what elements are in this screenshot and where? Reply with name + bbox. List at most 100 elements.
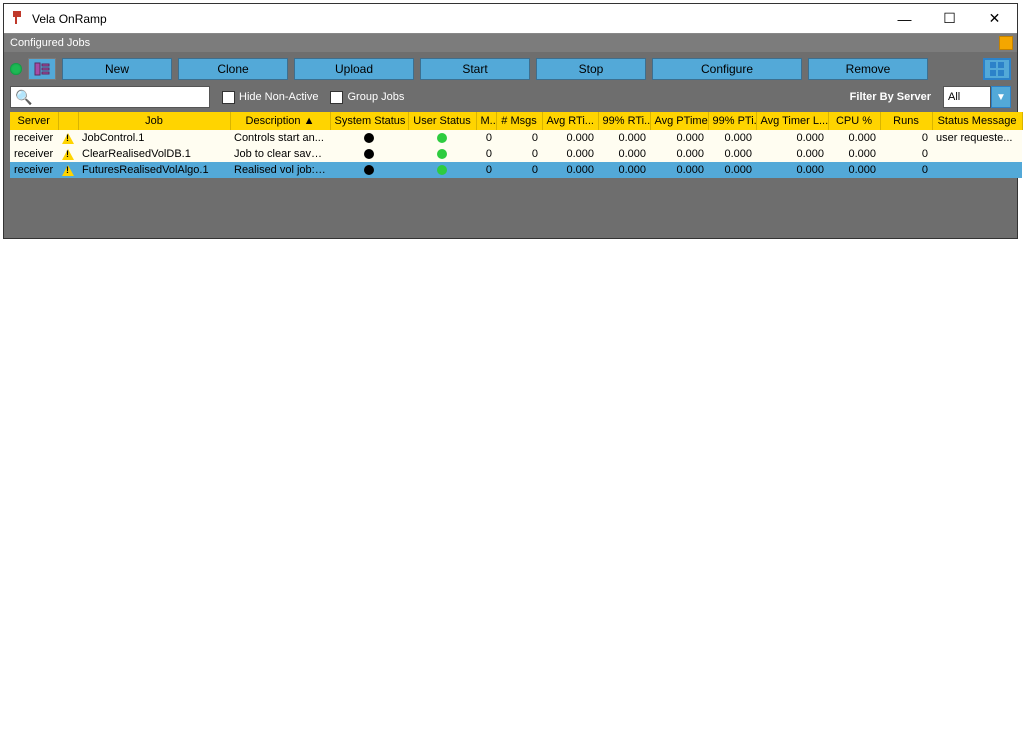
cell-99-pti: 0.000: [708, 162, 756, 178]
clone-button[interactable]: Clone: [178, 58, 288, 80]
col-avg-rti: Avg RTi...: [542, 112, 598, 130]
cell-msgs: 0: [496, 162, 542, 178]
cell-avg-rti: 0.000: [542, 146, 598, 162]
filter-server-dropdown-icon[interactable]: ▼: [991, 86, 1011, 108]
configure-button[interactable]: Configure: [652, 58, 802, 80]
cell-server: receiver: [10, 146, 58, 162]
user-status-icon: [437, 149, 447, 159]
cell-status-msg: user requeste...: [932, 130, 1022, 146]
title-bar[interactable]: Vela OnRamp — ☐ ✕: [4, 4, 1017, 34]
warning-icon: [62, 165, 74, 176]
cell-cpu: 0.000: [828, 162, 880, 178]
panel-title: Configured Jobs: [10, 34, 90, 52]
cell-99-rti: 0.000: [598, 146, 650, 162]
col-job: Job: [78, 112, 230, 130]
cell-status-msg: [932, 162, 1022, 178]
table-header[interactable]: Server Job Description ▲ System Status U…: [10, 112, 1022, 130]
cell-server: receiver: [10, 162, 58, 178]
col-server: Server: [10, 112, 58, 130]
system-status-icon: [364, 165, 374, 175]
checkbox-icon: [330, 91, 343, 104]
col-runs: Runs: [880, 112, 932, 130]
cell-runs: 0: [880, 130, 932, 146]
grid-layout-icon[interactable]: [983, 58, 1011, 80]
user-status-icon: [437, 165, 447, 175]
search-icon: 🔍: [15, 90, 32, 104]
connection-led-icon: [10, 63, 22, 75]
new-button[interactable]: New: [62, 58, 172, 80]
table-row[interactable]: receiver JobControl.1Controls start an...…: [10, 130, 1022, 146]
group-jobs-checkbox[interactable]: Group Jobs: [330, 91, 404, 104]
search-input[interactable]: 🔍: [10, 86, 210, 108]
cell-avg-rti: 0.000: [542, 162, 598, 178]
user-status-icon: [437, 133, 447, 143]
cell-runs: 0: [880, 146, 932, 162]
col-m: M...: [476, 112, 496, 130]
minimize-button[interactable]: —: [882, 4, 927, 34]
list-view-icon[interactable]: [28, 58, 56, 80]
cell-desc: Realised vol job: ...: [230, 162, 330, 178]
col-99-pti: 99% PTi...: [708, 112, 756, 130]
cell-99-pti: 0.000: [708, 130, 756, 146]
filter-by-server-label: Filter By Server: [850, 91, 931, 103]
cell-desc: Job to clear save...: [230, 146, 330, 162]
system-status-icon: [364, 149, 374, 159]
cell-99-rti: 0.000: [598, 162, 650, 178]
col-avg-timer: Avg Timer L...: [756, 112, 828, 130]
cell-m: 0: [476, 162, 496, 178]
jobs-table: Server Job Description ▲ System Status U…: [10, 112, 1011, 178]
col-cpu: CPU %: [828, 112, 880, 130]
table-row[interactable]: receiver FuturesRealisedVolAlgo.1Realised…: [10, 162, 1022, 178]
cell-job: FuturesRealisedVolAlgo.1: [78, 162, 230, 178]
cell-m: 0: [476, 130, 496, 146]
cell-desc: Controls start an...: [230, 130, 330, 146]
cell-cpu: 0.000: [828, 130, 880, 146]
cell-avg-ptime: 0.000: [650, 146, 708, 162]
cell-m: 0: [476, 146, 496, 162]
hide-non-active-checkbox[interactable]: Hide Non-Active: [222, 91, 318, 104]
stop-button[interactable]: Stop: [536, 58, 646, 80]
col-description: Description ▲: [230, 112, 330, 130]
cell-msgs: 0: [496, 130, 542, 146]
panel-title-bar: Configured Jobs: [4, 34, 1017, 52]
cell-99-pti: 0.000: [708, 146, 756, 162]
cell-job: JobControl.1: [78, 130, 230, 146]
remove-button[interactable]: Remove: [808, 58, 928, 80]
col-msgs: # Msgs: [496, 112, 542, 130]
col-system-status: System Status: [330, 112, 408, 130]
cell-avg-timer: 0.000: [756, 146, 828, 162]
system-status-icon: [364, 133, 374, 143]
col-user-status: User Status: [408, 112, 476, 130]
start-button[interactable]: Start: [420, 58, 530, 80]
window-title: Vela OnRamp: [32, 12, 107, 26]
cell-99-rti: 0.000: [598, 130, 650, 146]
cell-status-msg: [932, 146, 1022, 162]
app-icon: [10, 11, 26, 27]
col-warn: [58, 112, 78, 130]
cell-msgs: 0: [496, 146, 542, 162]
warning-icon: [62, 149, 74, 160]
filter-server-select[interactable]: All: [943, 86, 991, 108]
table-row[interactable]: receiver ClearRealisedVolDB.1Job to clear…: [10, 146, 1022, 162]
col-99-rti: 99% RTi...: [598, 112, 650, 130]
app-window: Vela OnRamp — ☐ ✕ Configured Jobs New Cl…: [3, 3, 1018, 239]
main-toolbar: New Clone Upload Start Stop Configure Re…: [10, 58, 1011, 80]
filter-row: 🔍 Hide Non-Active Group Jobs Filter By S…: [10, 86, 1011, 108]
checkbox-icon: [222, 91, 235, 104]
upload-button[interactable]: Upload: [294, 58, 414, 80]
cell-runs: 0: [880, 162, 932, 178]
cell-job: ClearRealisedVolDB.1: [78, 146, 230, 162]
cell-cpu: 0.000: [828, 146, 880, 162]
cell-avg-timer: 0.000: [756, 162, 828, 178]
panel-maximize-icon[interactable]: [999, 36, 1013, 50]
cell-avg-rti: 0.000: [542, 130, 598, 146]
maximize-button[interactable]: ☐: [927, 4, 972, 34]
cell-avg-ptime: 0.000: [650, 130, 708, 146]
col-status-msg: Status Message: [932, 112, 1022, 130]
col-avg-ptime: Avg PTime: [650, 112, 708, 130]
cell-avg-timer: 0.000: [756, 130, 828, 146]
cell-server: receiver: [10, 130, 58, 146]
close-button[interactable]: ✕: [972, 4, 1017, 34]
cell-avg-ptime: 0.000: [650, 162, 708, 178]
warning-icon: [62, 133, 74, 144]
